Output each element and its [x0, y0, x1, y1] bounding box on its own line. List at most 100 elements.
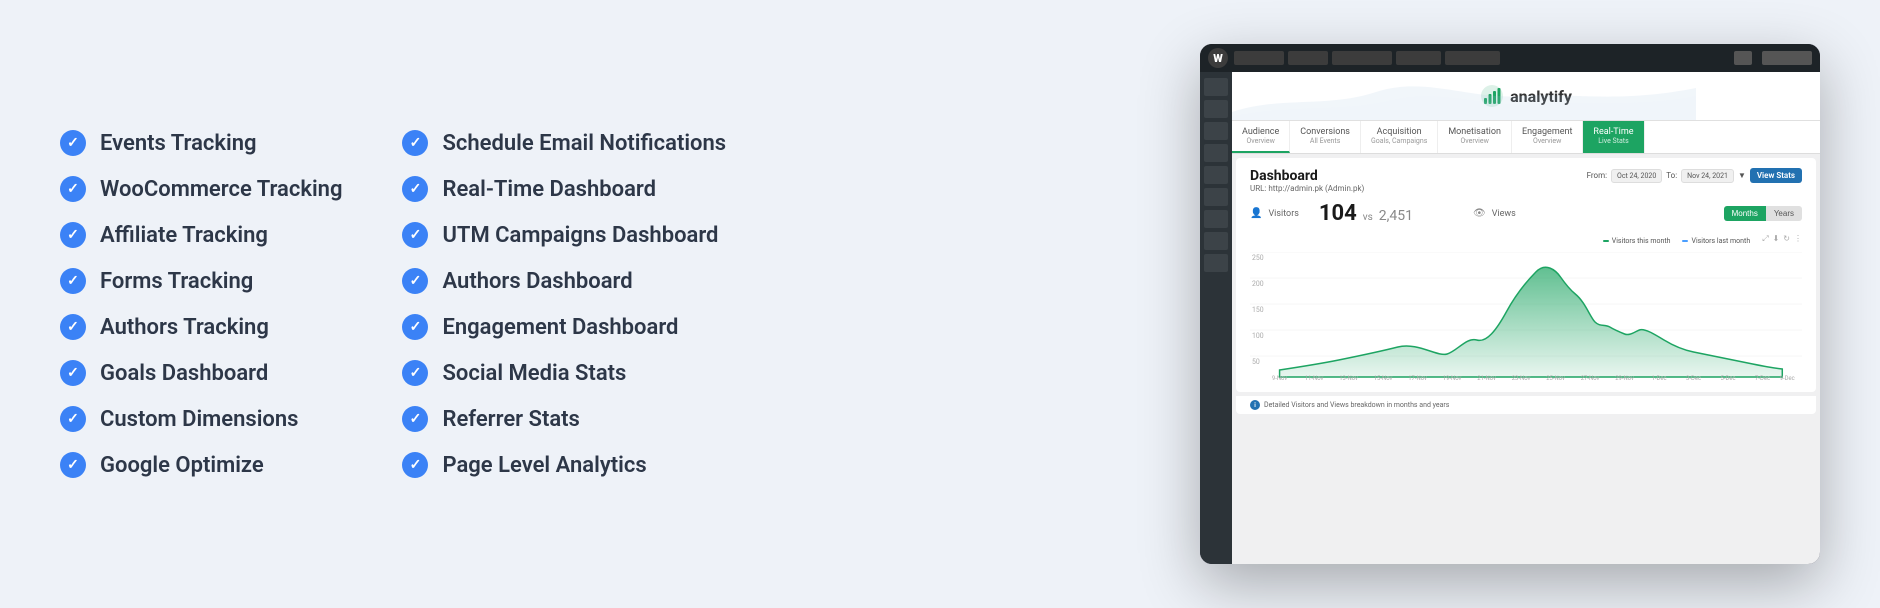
eye-icon: 👁 — [1473, 208, 1486, 219]
refresh-icon[interactable]: ↻ — [1783, 234, 1790, 244]
legend-last-month: Visitors last month — [1682, 234, 1750, 248]
list-item: Events Tracking — [60, 130, 342, 156]
sidebar-item — [1204, 254, 1228, 272]
svg-text:7-Dec: 7-Dec — [1755, 375, 1770, 382]
wp-bar-item — [1288, 51, 1328, 65]
feature-label: Forms Tracking — [100, 269, 253, 294]
list-item: Referrer Stats — [402, 406, 726, 432]
tab-acquisition[interactable]: Acquisition Goals, Campaigns — [1361, 121, 1438, 153]
svg-text:9-Dec: 9-Dec — [1780, 375, 1795, 382]
list-item: Custom Dimensions — [60, 406, 342, 432]
chevron-down-icon: ▼ — [1738, 171, 1746, 180]
feature-label: Google Optimize — [100, 453, 264, 478]
svg-text:23-Nov: 23-Nov — [1512, 375, 1531, 382]
svg-text:9-Nov: 9-Nov — [1272, 375, 1287, 382]
metrics-row: 👤 Visitors 104 vs 2,451 👁 Views Months — [1250, 201, 1802, 226]
check-icon — [402, 314, 428, 340]
svg-text:17-Nov: 17-Nov — [1408, 375, 1427, 382]
download-icon[interactable]: ⬇ — [1773, 234, 1780, 244]
feature-label: Referrer Stats — [442, 407, 579, 432]
check-icon — [402, 176, 428, 202]
chart-action-icons: ⤢ ⬇ ↻ ⋮ — [1762, 234, 1802, 244]
tab-monetisation[interactable]: Monetisation Overview — [1438, 121, 1512, 153]
svg-text:100: 100 — [1252, 332, 1264, 340]
list-item: Google Optimize — [60, 452, 342, 478]
tab-conversions[interactable]: Conversions All Events — [1290, 121, 1361, 153]
check-icon — [402, 452, 428, 478]
tab-label: Conversions — [1300, 127, 1350, 137]
dashboard-content: Dashboard URL: http://admin.pk (Admin.pk… — [1236, 158, 1816, 392]
check-icon — [402, 268, 428, 294]
wp-bar-item — [1234, 51, 1284, 65]
chart-legend: Visitors this month Visitors last month … — [1250, 234, 1802, 248]
svg-text:150: 150 — [1252, 306, 1264, 314]
feature-label: Authors Tracking — [100, 315, 269, 340]
date-controls: From: Oct 24, 2020 To: Nov 24, 2021 ▼ Vi… — [1587, 168, 1802, 183]
svg-text:3-Dec: 3-Dec — [1686, 375, 1701, 382]
sidebar-item — [1204, 188, 1228, 206]
svg-text:15-Nov: 15-Nov — [1374, 375, 1393, 382]
expand-icon[interactable]: ⤢ — [1762, 234, 1768, 244]
sidebar-item — [1204, 232, 1228, 250]
wp-bar-items — [1234, 51, 1728, 65]
tab-sub: Overview — [1448, 137, 1501, 145]
sidebar-item — [1204, 210, 1228, 228]
tab-sub: Live Stats — [1593, 137, 1633, 145]
list-item: UTM Campaigns Dashboard — [402, 222, 726, 248]
tab-engagement[interactable]: Engagement Overview — [1512, 121, 1583, 153]
feature-label: Real-Time Dashboard — [442, 177, 656, 202]
svg-text:250: 250 — [1252, 254, 1264, 262]
footer-text: Detailed Visitors and Views breakdown in… — [1264, 401, 1449, 409]
wp-bar-item — [1332, 51, 1392, 65]
wp-bar-item — [1445, 51, 1500, 65]
sidebar-item — [1204, 78, 1228, 96]
tab-sub: Overview — [1242, 137, 1279, 145]
views-label: Views — [1492, 209, 1516, 219]
years-button[interactable]: Years — [1766, 206, 1802, 221]
views-metric: 👁 Views — [1473, 208, 1516, 219]
feature-label: WooCommerce Tracking — [100, 177, 342, 202]
legend-last-month-label: Visitors last month — [1691, 237, 1750, 245]
from-date: Oct 24, 2020 — [1611, 169, 1662, 183]
svg-text:5-Dec: 5-Dec — [1721, 375, 1736, 382]
svg-text:13-Nov: 13-Nov — [1339, 375, 1358, 382]
tab-realtime[interactable]: Real-Time Live Stats — [1583, 121, 1644, 153]
feature-label: Page Level Analytics — [442, 453, 646, 478]
from-label: From: — [1587, 171, 1607, 180]
feature-label: Events Tracking — [100, 131, 257, 156]
dashboard-inner: analytify Audience Overview Conversions … — [1232, 72, 1820, 564]
tab-sub: All Events — [1300, 137, 1350, 145]
menu-icon[interactable]: ⋮ — [1794, 234, 1802, 244]
check-icon — [60, 452, 86, 478]
feature-label: Social Media Stats — [442, 361, 626, 386]
dashboard-title: Dashboard — [1250, 168, 1364, 184]
svg-text:21-Nov: 21-Nov — [1477, 375, 1496, 382]
wp-bar-item-right — [1734, 51, 1752, 65]
feature-label: Engagement Dashboard — [442, 315, 678, 340]
list-item: Forms Tracking — [60, 268, 342, 294]
sidebar-item — [1204, 122, 1228, 140]
wp-sidebar — [1200, 72, 1232, 564]
feature-label: Authors Dashboard — [442, 269, 632, 294]
to-label: To: — [1666, 171, 1677, 180]
check-icon — [402, 130, 428, 156]
check-icon — [60, 360, 86, 386]
visitors-metric: 👤 Visitors — [1250, 208, 1299, 219]
check-icon — [60, 406, 86, 432]
svg-text:19-Nov: 19-Nov — [1443, 375, 1462, 382]
feature-label: Affiliate Tracking — [100, 223, 268, 248]
legend-dot-last-month — [1682, 240, 1688, 242]
feature-label: Goals Dashboard — [100, 361, 268, 386]
list-item: Goals Dashboard — [60, 360, 342, 386]
big-number: 104 — [1319, 201, 1357, 226]
dashboard-title-section: Dashboard URL: http://admin.pk (Admin.pk… — [1250, 168, 1364, 193]
list-item: Engagement Dashboard — [402, 314, 726, 340]
svg-text:200: 200 — [1252, 280, 1264, 288]
svg-text:50: 50 — [1252, 358, 1260, 366]
sidebar-item — [1204, 100, 1228, 118]
view-stats-button[interactable]: View Stats — [1750, 168, 1802, 183]
months-button[interactable]: Months — [1724, 206, 1766, 221]
tab-audience[interactable]: Audience Overview — [1232, 121, 1290, 153]
list-item: Social Media Stats — [402, 360, 726, 386]
visitors-count-section: 104 vs 2,451 — [1319, 201, 1413, 226]
